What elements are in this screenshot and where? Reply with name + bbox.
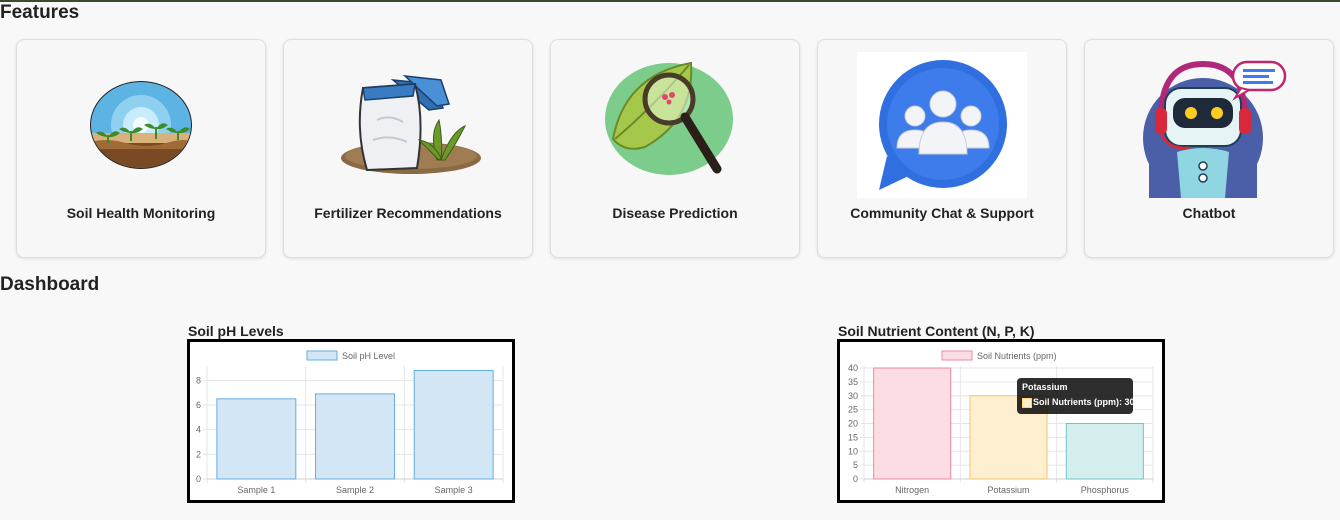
y-tick-label: 0	[853, 474, 858, 484]
y-tick-label: 10	[848, 446, 858, 456]
x-tick-label: Sample 1	[237, 485, 275, 495]
y-tick-label: 2	[196, 449, 201, 459]
y-tick-label: 8	[196, 375, 201, 385]
dashboard-heading: Dashboard	[0, 274, 100, 295]
features-heading: Features	[0, 2, 80, 23]
leaf-magnifier-icon	[551, 50, 799, 200]
x-tick-label: Phosphorus	[1081, 485, 1130, 495]
x-tick-label: Sample 3	[435, 485, 473, 495]
feature-label: Chatbot	[1182, 205, 1236, 221]
community-chat-icon	[818, 50, 1066, 200]
y-tick-label: 6	[196, 400, 201, 410]
y-tick-label: 20	[848, 419, 858, 429]
feature-label: Fertilizer Recommendations	[314, 205, 502, 221]
bar	[216, 398, 297, 480]
soil-sprouts-icon	[17, 50, 265, 200]
feature-label: Soil Health Monitoring	[66, 205, 216, 221]
y-tick-label: 5	[853, 460, 858, 470]
nutrient-chart-title: Soil Nutrient Content (N, P, K)	[838, 323, 1035, 339]
x-tick-label: Sample 2	[336, 485, 374, 495]
y-tick-label: 15	[848, 432, 858, 442]
bar	[315, 393, 395, 480]
fertilizer-bag-icon	[284, 50, 532, 200]
nutrient-chart-canvas: Soil Nutrients (ppm) 0 5 10 15 20 25 30 35 40 Nitr…	[848, 350, 1154, 495]
y-tick-label: 35	[848, 377, 858, 387]
nutrient-chart: Soil Nutrients (ppm) 0 5 10 15 20 25 30 35 40 Nitr…	[837, 339, 1165, 503]
y-tick-label: 30	[848, 391, 858, 401]
x-tick-label: Nitrogen	[895, 485, 929, 495]
y-tick-label: 4	[196, 425, 201, 435]
bar	[873, 367, 952, 480]
x-tick-label: Potassium	[987, 485, 1029, 495]
feature-card-chatbot[interactable]: Chatbot	[1084, 39, 1334, 258]
feature-card-disease-prediction[interactable]: Disease Prediction	[550, 39, 800, 258]
legend-label: Soil pH Level	[342, 351, 395, 361]
legend-swatch	[306, 350, 338, 361]
feature-label: Disease Prediction	[612, 205, 738, 221]
robot-headset-icon	[1085, 50, 1333, 200]
tooltip-title: Potassium	[1022, 382, 1068, 392]
feature-card-fertilizer[interactable]: Fertilizer Recommendations	[283, 39, 533, 258]
feature-card-soil-health[interactable]: Soil Health Monitoring	[16, 39, 266, 258]
tooltip-body: Soil Nutrients (ppm): 30	[1033, 397, 1135, 407]
ph-chart: Soil pH Level 0 2 4 6 8 Sample 1 Sample 2 Sample…	[187, 339, 515, 503]
feature-card-community-chat[interactable]: Community Chat & Support	[817, 39, 1067, 258]
legend-swatch	[941, 350, 973, 361]
ph-chart-canvas: Soil pH Level 0 2 4 6 8 Sample 1 Sample 2 Sample…	[196, 350, 504, 495]
feature-label: Community Chat & Support	[850, 205, 1034, 221]
ph-chart-title: Soil pH Levels	[188, 323, 284, 339]
legend-label: Soil Nutrients (ppm)	[977, 351, 1057, 361]
top-border	[0, 0, 1340, 2]
bar	[413, 369, 494, 480]
y-tick-label: 0	[196, 474, 201, 484]
tooltip-swatch	[1022, 398, 1032, 408]
y-tick-label: 25	[848, 405, 858, 415]
bar	[1065, 423, 1144, 480]
chart-tooltip: Potassium Soil Nutrients (ppm): 30	[1017, 378, 1135, 414]
y-tick-label: 40	[848, 363, 858, 373]
